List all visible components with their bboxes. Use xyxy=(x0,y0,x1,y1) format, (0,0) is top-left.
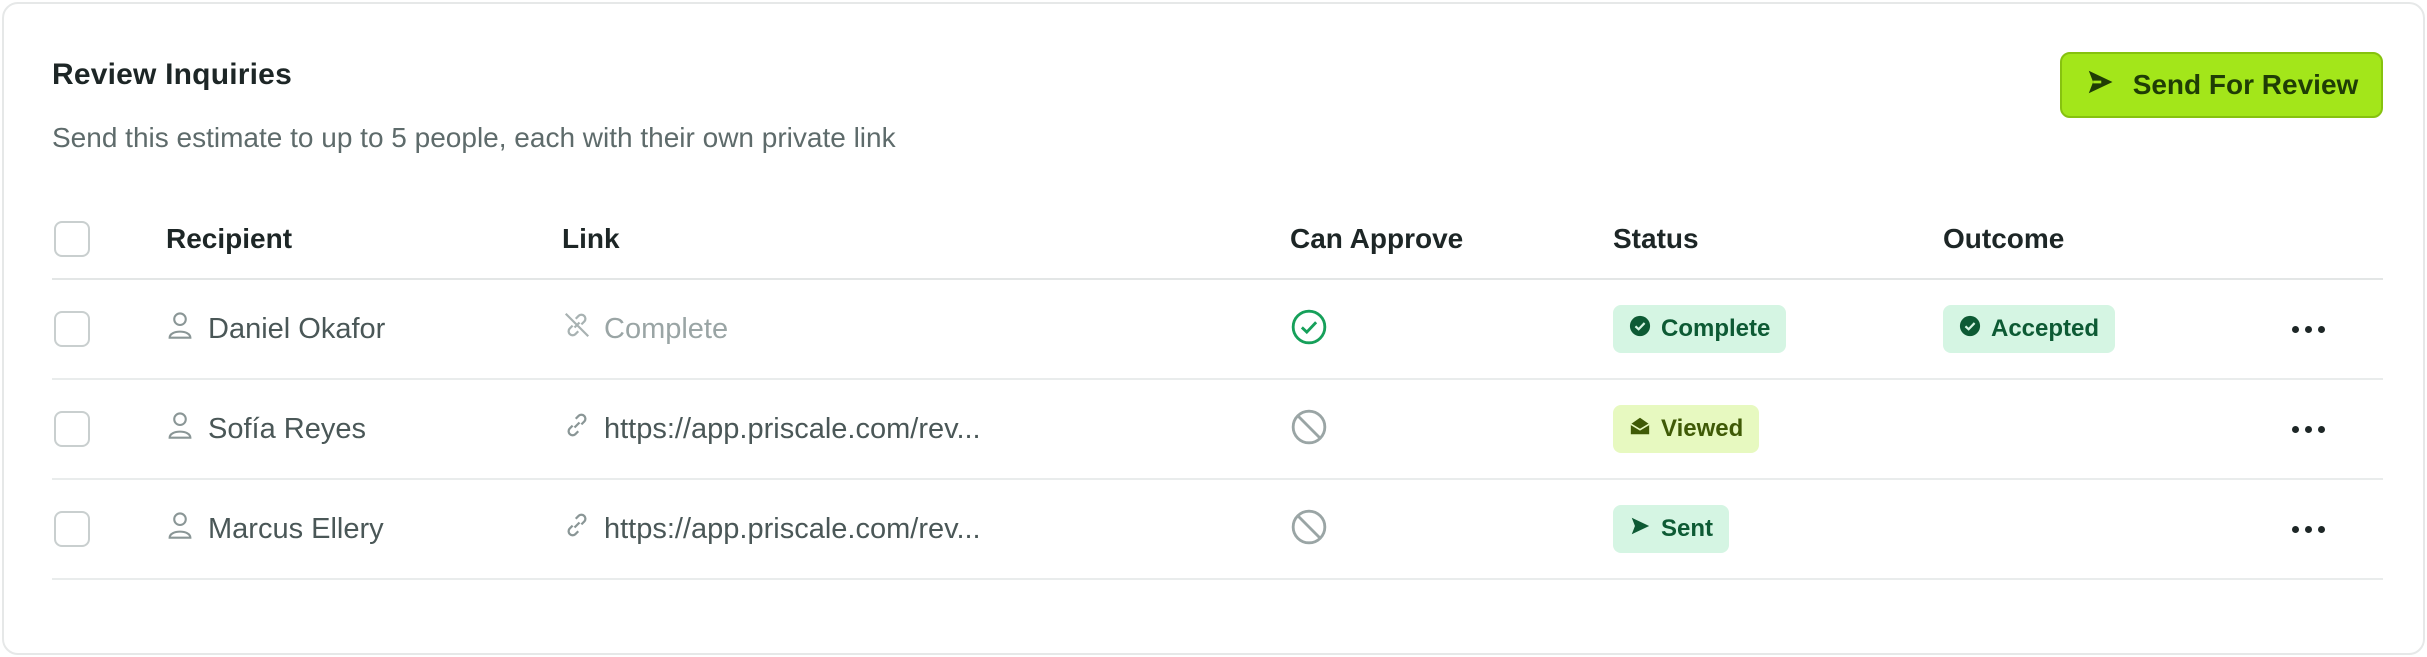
row-more-menu-icon[interactable] xyxy=(2292,325,2325,333)
status-badge: Viewed xyxy=(1613,405,1760,453)
row-more-menu-icon[interactable] xyxy=(2292,525,2325,533)
table-row: Sofía Reyes https://app.priscale.com/rev… xyxy=(52,380,2383,480)
envelope-open-icon xyxy=(1629,415,1651,444)
check-circle-icon xyxy=(1959,315,1981,344)
link-off-icon xyxy=(562,310,592,348)
page-title: Review Inquiries xyxy=(52,58,292,91)
status-badge: Complete xyxy=(1613,305,1787,353)
row-checkbox[interactable] xyxy=(54,311,90,347)
review-link-cell[interactable]: https://app.priscale.com/rev... xyxy=(562,510,981,548)
status-label: Sent xyxy=(1661,515,1714,542)
review-inquiries-card: Review Inquiries Send this estimate to u… xyxy=(2,2,2425,655)
recipients-table: Recipient Link Can Approve Status Outcom… xyxy=(52,200,2383,580)
row-checkbox[interactable] xyxy=(54,511,90,547)
status-label: Complete xyxy=(1661,315,1771,342)
link-icon xyxy=(562,510,592,548)
check-circle-icon xyxy=(1629,315,1651,344)
cannot-approve-icon xyxy=(1290,408,1328,451)
review-link-cell[interactable]: https://app.priscale.com/rev... xyxy=(562,410,981,448)
review-link[interactable]: https://app.priscale.com/rev... xyxy=(604,413,981,446)
recipient-name: Daniel Okafor xyxy=(208,312,386,345)
outcome-label: Accepted xyxy=(1991,315,2100,342)
column-header-link[interactable]: Link xyxy=(562,200,620,278)
select-all-checkbox[interactable] xyxy=(54,221,90,257)
send-icon xyxy=(1629,515,1651,544)
approve-check-icon xyxy=(1290,308,1328,351)
column-header-recipient[interactable]: Recipient xyxy=(166,200,292,278)
column-header-status[interactable]: Status xyxy=(1613,200,1699,278)
outcome-badge: Accepted xyxy=(1943,305,2116,353)
send-for-review-button[interactable]: Send For Review xyxy=(2060,52,2383,118)
send-icon xyxy=(2085,67,2115,104)
cannot-approve-icon xyxy=(1290,508,1328,551)
page-subtitle: Send this estimate to up to 5 people, ea… xyxy=(52,122,896,153)
table-header-row: Recipient Link Can Approve Status Outcom… xyxy=(52,200,2383,280)
column-header-outcome[interactable]: Outcome xyxy=(1943,200,2064,278)
row-checkbox[interactable] xyxy=(54,411,90,447)
row-more-menu-icon[interactable] xyxy=(2292,425,2325,433)
user-icon xyxy=(166,310,194,348)
column-header-can-approve[interactable]: Can Approve xyxy=(1290,200,1463,278)
send-for-review-label: Send For Review xyxy=(2132,69,2359,100)
status-badge: Sent xyxy=(1613,505,1730,553)
recipient-name: Sofía Reyes xyxy=(208,412,366,445)
review-link: Complete xyxy=(604,312,729,345)
status-label: Viewed xyxy=(1661,415,1744,442)
user-icon xyxy=(166,410,194,448)
user-icon xyxy=(166,510,194,548)
recipient-name: Marcus Ellery xyxy=(208,512,384,545)
review-link[interactable]: https://app.priscale.com/rev... xyxy=(604,513,981,546)
table-row: Marcus Ellery https://app.priscale.com/r… xyxy=(52,480,2383,580)
table-row: Daniel Okafor Complete Complete Accepted xyxy=(52,280,2383,380)
link-icon xyxy=(562,410,592,448)
